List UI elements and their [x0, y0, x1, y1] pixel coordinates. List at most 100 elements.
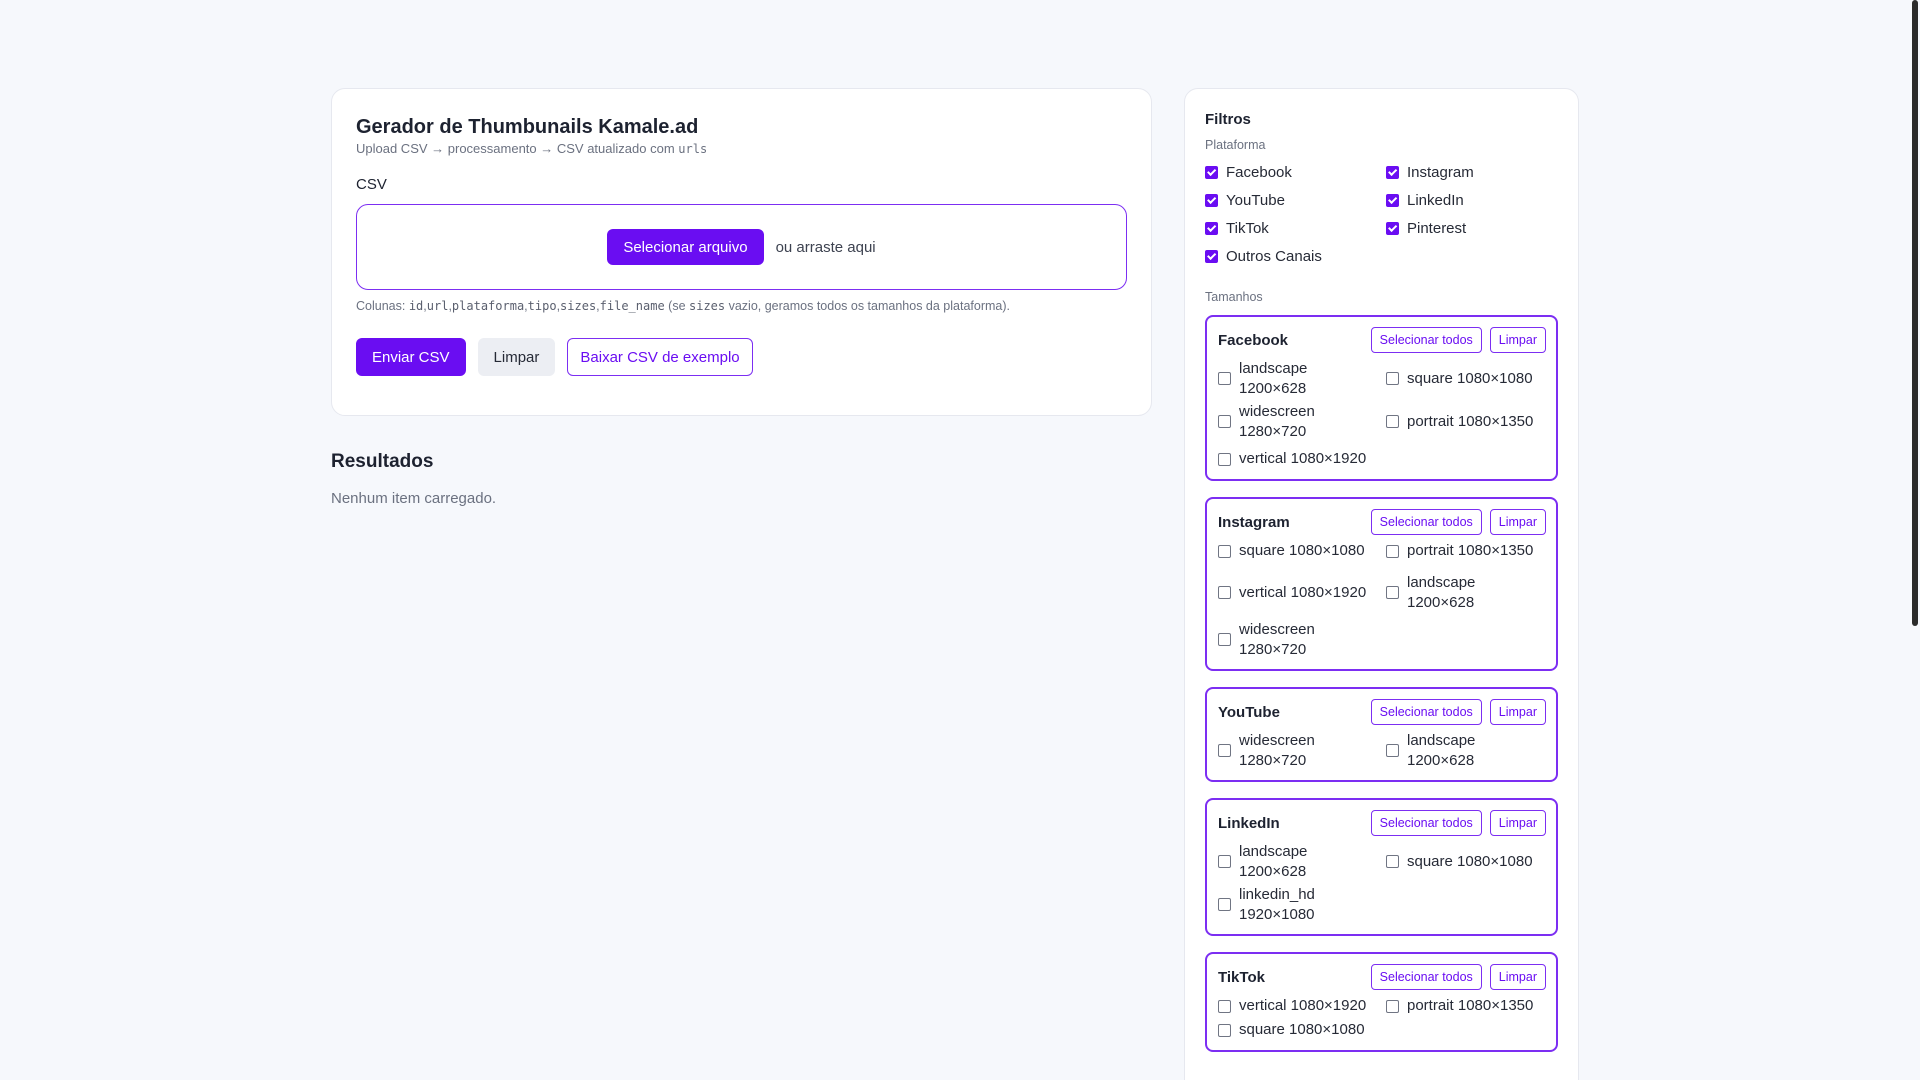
columns-help-prefix: Colunas: [356, 299, 409, 313]
csv-dropzone[interactable]: Selecionar arquivo ou arraste aqui [356, 204, 1127, 290]
size-label: portrait 1080×1350 [1407, 997, 1534, 1015]
page-subtitle: Upload CSV → processamento → CSV atualiz… [356, 141, 1127, 157]
checkbox-icon[interactable] [1386, 372, 1399, 385]
clear-group-button[interactable]: Limpar [1489, 964, 1546, 990]
group-name: LinkedIn [1218, 814, 1280, 832]
size-label: landscape 1200×628 [1239, 360, 1308, 397]
size-checkbox[interactable]: widescreen 1280×720 [1218, 620, 1386, 659]
checkbox-icon[interactable] [1218, 415, 1231, 428]
size-label: portrait 1080×1350 [1407, 412, 1534, 430]
platform-checkbox-facebook[interactable]: Facebook [1205, 163, 1386, 181]
checkbox-icon[interactable] [1218, 744, 1231, 757]
size-checkbox[interactable]: square 1080×1080 [1218, 1020, 1386, 1040]
columns-help-code: sizes [689, 299, 726, 313]
clear-button[interactable]: Limpar [477, 338, 556, 376]
platform-checkbox-pinterest[interactable]: Pinterest [1386, 219, 1556, 237]
size-checkbox[interactable]: square 1080×1080 [1386, 842, 1546, 881]
size-checkbox[interactable]: linkedin_hd 1920×1080 [1218, 885, 1386, 924]
group-name: Instagram [1218, 513, 1290, 531]
checkbox-icon[interactable] [1218, 1023, 1231, 1037]
columns-help: Colunas: id,url,plataforma,tipo,sizes,fi… [356, 299, 1010, 313]
checkbox-checked-icon[interactable] [1386, 221, 1399, 235]
size-checkbox[interactable]: square 1080×1080 [1386, 359, 1546, 398]
platform-label-text: TikTok [1226, 219, 1269, 237]
drop-hint: ou arraste aqui [775, 238, 876, 256]
checkbox-checked-icon[interactable] [1205, 165, 1218, 179]
size-group-youtube: YouTube Selecionar todos Limpar widescre… [1205, 687, 1558, 782]
checkbox-icon[interactable] [1218, 452, 1231, 466]
select-all-button[interactable]: Selecionar todos [1370, 327, 1482, 353]
checkbox-icon[interactable] [1218, 372, 1231, 385]
clear-group-button[interactable]: Limpar [1489, 509, 1546, 535]
platform-label-text: YouTube [1226, 191, 1285, 209]
download-example-button[interactable]: Baixar CSV de exemplo [567, 338, 753, 376]
page-scrollbar[interactable] [1910, 0, 1920, 1080]
checkbox-icon[interactable] [1218, 544, 1231, 558]
size-label: square 1080×1080 [1407, 852, 1533, 870]
scrollbar-thumb[interactable] [1912, 0, 1918, 626]
select-file-button[interactable]: Selecionar arquivo [607, 229, 764, 265]
size-group-linkedin: LinkedIn Selecionar todos Limpar landsca… [1205, 798, 1558, 936]
checkbox-icon[interactable] [1386, 744, 1399, 757]
size-checkbox[interactable]: landscape 1200×628 [1218, 359, 1386, 398]
size-label: landscape 1200×628 [1407, 574, 1476, 611]
checkbox-checked-icon[interactable] [1205, 193, 1218, 207]
checkbox-icon[interactable] [1218, 898, 1231, 911]
size-checkbox[interactable]: vertical 1080×1920 [1218, 449, 1386, 469]
size-checkbox[interactable]: vertical 1080×1920 [1218, 996, 1386, 1016]
platform-label-text: LinkedIn [1407, 191, 1464, 209]
platform-checkbox-tiktok[interactable]: TikTok [1205, 219, 1386, 237]
checkbox-icon[interactable] [1218, 633, 1231, 646]
checkbox-icon[interactable] [1218, 855, 1231, 868]
size-label: square 1080×1080 [1239, 1021, 1365, 1039]
checkbox-icon[interactable] [1386, 544, 1399, 558]
size-checkbox[interactable]: landscape 1200×628 [1386, 731, 1546, 770]
platform-label-text: Pinterest [1407, 219, 1467, 237]
size-group-tiktok: TikTok Selecionar todos Limpar vertical … [1205, 952, 1558, 1052]
size-checkbox[interactable]: portrait 1080×1350 [1386, 541, 1546, 561]
checkbox-checked-icon[interactable] [1205, 249, 1218, 263]
checkbox-icon[interactable] [1218, 999, 1231, 1013]
size-group-facebook: Facebook Selecionar todos Limpar landsca… [1205, 315, 1558, 481]
platform-checkbox-outros-canais[interactable]: Outros Canais [1205, 247, 1386, 265]
size-checkbox[interactable]: widescreen 1280×720 [1218, 731, 1386, 770]
checkbox-icon[interactable] [1386, 855, 1399, 868]
clear-group-button[interactable]: Limpar [1489, 327, 1546, 353]
size-label: landscape 1200×628 [1407, 732, 1476, 769]
group-name: TikTok [1218, 968, 1265, 986]
size-checkbox[interactable]: widescreen 1280×720 [1218, 402, 1386, 441]
size-label: widescreen 1280×720 [1239, 621, 1315, 658]
checkbox-checked-icon[interactable] [1386, 165, 1399, 179]
sizes-label: Tamanhos [1205, 290, 1263, 304]
platform-label-text: Facebook [1226, 163, 1292, 181]
select-all-button[interactable]: Selecionar todos [1370, 810, 1482, 836]
select-all-button[interactable]: Selecionar todos [1370, 964, 1482, 990]
size-checkbox[interactable]: landscape 1200×628 [1386, 573, 1546, 612]
checkbox-checked-icon[interactable] [1205, 221, 1218, 235]
checkbox-icon[interactable] [1386, 999, 1399, 1013]
platform-checkbox-instagram[interactable]: Instagram [1386, 163, 1556, 181]
results-empty-message: Nenhum item carregado. [331, 490, 497, 507]
group-name: Facebook [1218, 331, 1289, 349]
size-group-instagram: Instagram Selecionar todos Limpar square… [1205, 497, 1558, 671]
clear-group-button[interactable]: Limpar [1489, 810, 1546, 836]
size-label: widescreen 1280×720 [1239, 732, 1315, 769]
size-checkbox[interactable]: landscape 1200×628 [1218, 842, 1386, 881]
col-file-name: file_name [599, 299, 665, 313]
checkbox-icon[interactable] [1218, 586, 1231, 599]
select-all-button[interactable]: Selecionar todos [1370, 699, 1482, 725]
col-id: id [408, 299, 424, 313]
platform-checkbox-linkedin[interactable]: LinkedIn [1386, 191, 1556, 209]
checkbox-icon[interactable] [1386, 586, 1399, 599]
send-csv-button[interactable]: Enviar CSV [356, 338, 466, 376]
platform-filter-list: Facebook Instagram YouTube LinkedIn TikT… [1205, 163, 1558, 265]
size-checkbox[interactable]: square 1080×1080 [1218, 541, 1386, 561]
size-checkbox[interactable]: portrait 1080×1350 [1386, 996, 1546, 1016]
platform-checkbox-youtube[interactable]: YouTube [1205, 191, 1386, 209]
clear-group-button[interactable]: Limpar [1489, 699, 1546, 725]
checkbox-icon[interactable] [1386, 415, 1399, 428]
checkbox-checked-icon[interactable] [1386, 193, 1399, 207]
size-checkbox[interactable]: portrait 1080×1350 [1386, 402, 1546, 441]
select-all-button[interactable]: Selecionar todos [1370, 509, 1482, 535]
size-checkbox[interactable]: vertical 1080×1920 [1218, 573, 1386, 612]
